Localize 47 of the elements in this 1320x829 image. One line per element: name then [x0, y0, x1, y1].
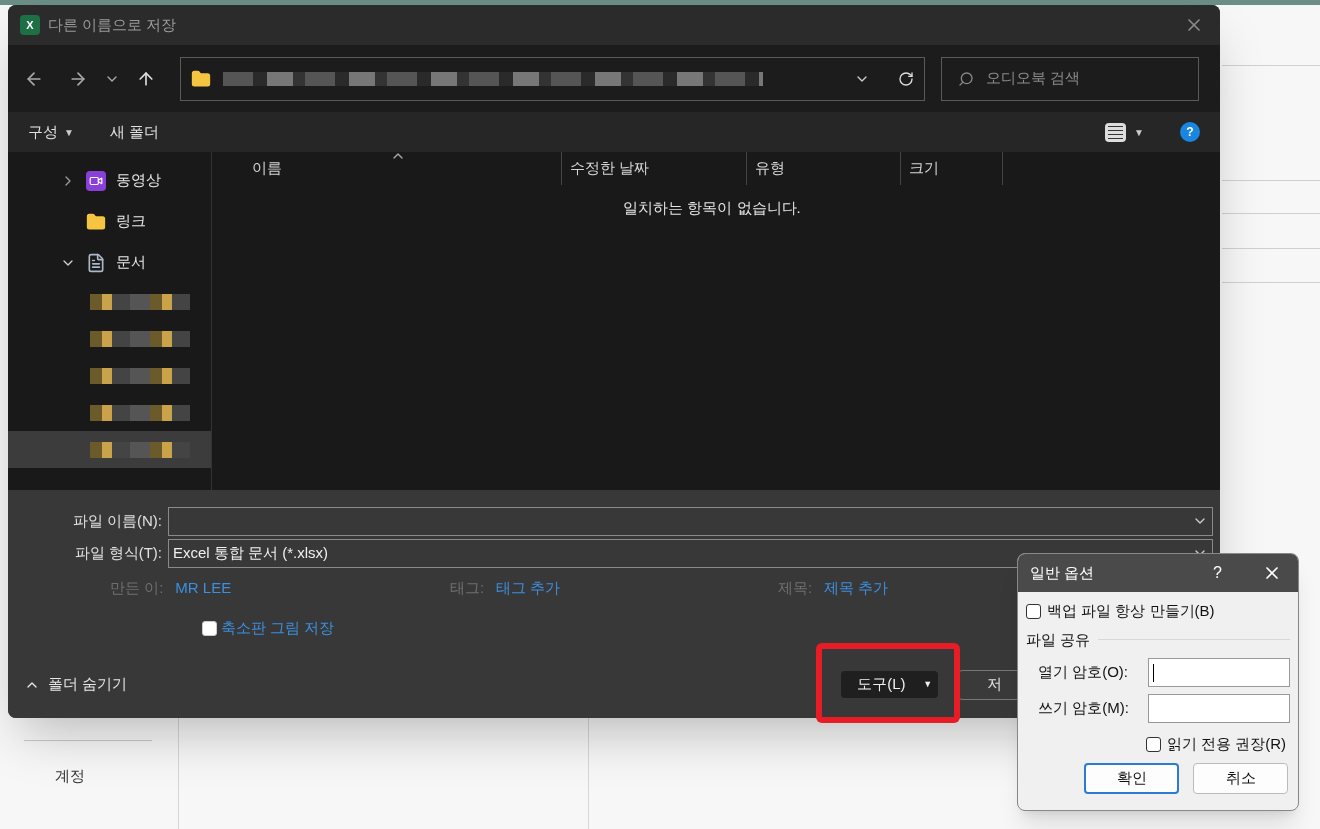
column-header[interactable]: 유형 [747, 152, 901, 185]
hide-folders-button[interactable]: 폴더 숨기기 [24, 673, 128, 696]
field-label: 파일 형식(T): [73, 542, 163, 563]
sidebar-item[interactable]: 링크 [8, 201, 211, 242]
account-label[interactable]: 계정 [55, 765, 85, 788]
text-cursor [1152, 663, 1154, 682]
sidebar-item[interactable]: 문서 [8, 242, 211, 283]
section-heading: 파일 공유 [1026, 629, 1091, 650]
spreadsheet-app-icon: X [20, 15, 40, 35]
window-title: 다른 이름으로 저장 [48, 14, 177, 35]
caret-icon[interactable]: ▼ [1134, 124, 1144, 140]
view-list-icon[interactable] [1105, 122, 1127, 142]
meta-value-link[interactable]: 태그 추가 [496, 577, 561, 600]
column-header[interactable]: 크기 [901, 152, 1003, 185]
search-field[interactable]: 오디오북 검색 [941, 56, 1199, 101]
meta-value-link[interactable]: 제목 추가 [824, 577, 889, 600]
new-folder-button[interactable]: 새 폴더 [109, 120, 160, 144]
organize-menu-button[interactable]: 구성 ▼ [28, 120, 74, 144]
column-header[interactable]: 수정한 날짜 [562, 152, 747, 185]
sidebar-item[interactable] [8, 431, 211, 468]
search-icon [958, 70, 974, 87]
address-bar[interactable] [180, 56, 925, 101]
help-button[interactable]: ? [1213, 561, 1222, 585]
help-icon[interactable]: ? [1180, 122, 1200, 142]
checkbox[interactable] [1026, 603, 1041, 619]
file-name-field[interactable] [168, 506, 1213, 536]
empty-message: 일치하는 항목이 없습니다. [622, 198, 802, 218]
column-header[interactable]: 이름 [212, 152, 562, 185]
caret-icon: ▼ [923, 677, 933, 692]
folder-icon [191, 68, 211, 89]
video-icon [86, 170, 106, 191]
checkbox-label[interactable]: 축소판 그림 저장 [221, 617, 335, 640]
tools-button[interactable]: 도구(L) ▼ [841, 671, 939, 698]
checkbox-label[interactable]: 읽기 전용 권장(R) [1166, 733, 1286, 756]
checkbox-label[interactable]: 백업 파일 항상 만들기(B) [1047, 600, 1215, 623]
ok-button[interactable]: 확인 [1084, 762, 1179, 794]
field-label: 쓰기 암호(M): [1038, 698, 1130, 719]
folder-icon [86, 211, 106, 232]
refresh-icon[interactable] [898, 70, 914, 87]
field-label: 파일 이름(N): [71, 510, 163, 531]
checkbox[interactable] [1145, 736, 1161, 752]
cancel-button[interactable]: 취소 [1193, 762, 1288, 794]
sidebar-item[interactable]: 동영상 [8, 160, 211, 201]
password-field[interactable] [1147, 694, 1290, 723]
file-type-dropdown[interactable]: Excel 통합 문서 (*.xlsx) [168, 538, 1213, 568]
document-icon [86, 252, 106, 273]
password-field[interactable] [1147, 658, 1290, 687]
